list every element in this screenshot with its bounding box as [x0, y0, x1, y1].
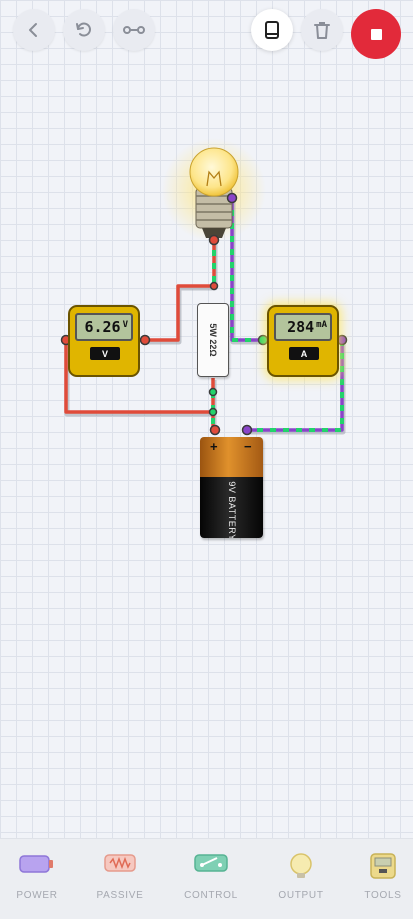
category-tools[interactable]: TOOLS [338, 839, 413, 919]
voltmeter-display: 6.26 V [75, 313, 133, 341]
voltmeter-terminal-right[interactable] [139, 334, 151, 346]
resistor-icon [104, 854, 136, 872]
battery-terminal-negative[interactable] [241, 424, 253, 436]
resistor-label: 5W 22Ω [208, 323, 218, 357]
component-category-bar: POWER PASSIVE CONTROL OUTPUT TOOLS [0, 838, 413, 919]
bulb-terminal-negative[interactable] [226, 192, 238, 204]
category-control[interactable]: CONTROL [166, 839, 256, 919]
circuit-canvas [60, 138, 348, 436]
battery[interactable]: + − 9V BATTERY [200, 437, 263, 538]
voltmeter-value: 6.26 [84, 318, 121, 336]
battery-plus-sign: + [210, 439, 218, 454]
ammeter-label: A [289, 347, 319, 360]
battery-terminal-positive[interactable] [209, 424, 221, 436]
ammeter-display: 284 mA [274, 313, 332, 341]
wire-joint[interactable] [208, 407, 218, 417]
battery-minus-sign: − [244, 439, 252, 454]
wire-joint[interactable] [209, 281, 219, 291]
category-label: CONTROL [184, 890, 238, 901]
category-label: POWER [16, 890, 58, 901]
category-label: PASSIVE [96, 890, 144, 901]
voltmeter[interactable]: 6.26 V V [68, 305, 140, 377]
category-label: OUTPUT [278, 890, 324, 901]
battery-label: 9V BATTERY [226, 481, 237, 538]
ammeter[interactable]: 284 mA A [267, 305, 339, 377]
category-output[interactable]: OUTPUT [256, 839, 346, 919]
category-label: TOOLS [364, 890, 402, 901]
meter-icon [370, 853, 396, 879]
category-passive[interactable]: PASSIVE [75, 839, 165, 919]
bulb-terminal-positive[interactable] [208, 234, 220, 246]
resistor[interactable]: 5W 22Ω [197, 303, 229, 377]
switch-icon [194, 854, 228, 872]
voltmeter-label: V [90, 347, 120, 360]
category-power[interactable]: POWER [0, 839, 82, 919]
bulb-icon [290, 853, 312, 878]
battery-icon [19, 855, 53, 873]
voltmeter-unit: V [122, 320, 128, 330]
ammeter-value: 284 [287, 318, 315, 336]
ammeter-unit: mA [316, 320, 327, 330]
wire-joint[interactable] [208, 387, 218, 397]
